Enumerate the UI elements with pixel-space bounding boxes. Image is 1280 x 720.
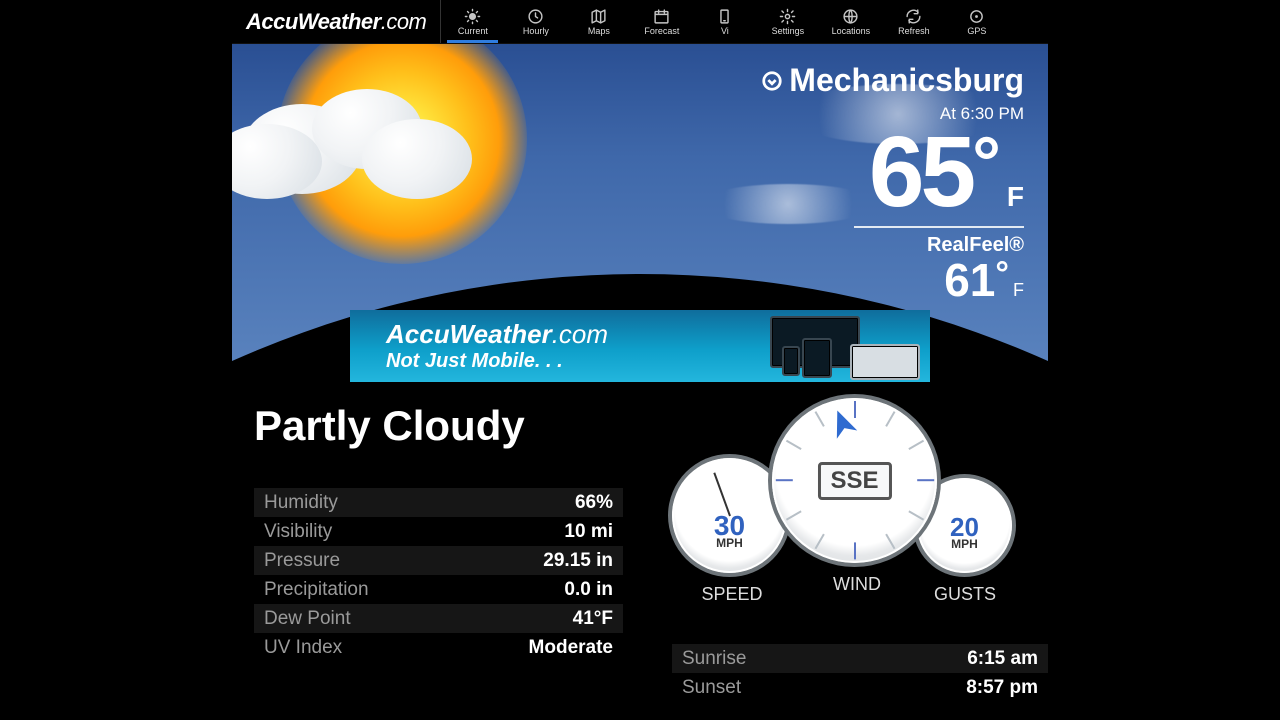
sun-row: Sunset 8:57 pm bbox=[672, 673, 1048, 702]
globe-icon bbox=[842, 7, 860, 25]
degree-symbol: ° bbox=[972, 123, 1001, 203]
stat-key: UV Index bbox=[264, 637, 342, 659]
sun-value: 6:15 am bbox=[967, 648, 1038, 670]
ad-banner[interactable]: AccuWeather.com Not Just Mobile. . . bbox=[350, 310, 930, 382]
chevron-down-icon bbox=[761, 70, 783, 92]
tab-label: Settings bbox=[772, 26, 805, 36]
stat-key: Humidity bbox=[264, 492, 338, 514]
sun-key: Sunrise bbox=[682, 648, 746, 670]
stat-value: 10 mi bbox=[564, 521, 613, 543]
tab-refresh[interactable]: Refresh bbox=[882, 0, 945, 43]
wind-direction-gauge: SSE bbox=[772, 398, 937, 563]
stat-value: 66% bbox=[575, 492, 613, 514]
tab-label: Vi bbox=[721, 26, 729, 36]
stat-row: Precipitation 0.0 in bbox=[254, 575, 623, 604]
temperature-unit: F bbox=[1007, 181, 1024, 212]
cloud-wisp bbox=[698, 184, 878, 224]
tab-settings[interactable]: Settings bbox=[756, 0, 819, 43]
temperature-block: 65°F RealFeel® 61°F bbox=[854, 122, 1024, 303]
wind-caption: WIND bbox=[812, 574, 902, 595]
stat-key: Dew Point bbox=[264, 608, 351, 630]
stat-row: Pressure 29.15 in bbox=[254, 546, 623, 575]
stat-value: 0.0 in bbox=[564, 579, 613, 601]
tab-label: Current bbox=[458, 26, 488, 36]
tab-current[interactable]: Current bbox=[441, 0, 504, 43]
cloud-graphic bbox=[232, 64, 472, 204]
wind-speed-unit: MPH bbox=[672, 538, 787, 549]
location-picker[interactable]: Mechanicsburg bbox=[761, 62, 1024, 99]
sun-row: Sunrise 6:15 am bbox=[672, 644, 1048, 673]
brand-logo[interactable]: AccuWeather.com bbox=[232, 0, 441, 43]
sun-icon bbox=[464, 7, 482, 25]
topbar: AccuWeather.com Current Hourly Maps Forecas… bbox=[232, 0, 1048, 44]
tab-hourly[interactable]: Hourly bbox=[504, 0, 567, 43]
target-icon bbox=[968, 7, 986, 25]
stat-row: Dew Point 41°F bbox=[254, 604, 623, 633]
wind-gauges: SSE 30 MPH 20 MPH SPEED WIND GUSTS bbox=[672, 398, 1022, 618]
stat-value: 41°F bbox=[573, 608, 613, 630]
brand-text: AccuWeather.com bbox=[246, 9, 426, 35]
tab-forecast[interactable]: Forecast bbox=[630, 0, 693, 43]
stat-value: Moderate bbox=[529, 637, 613, 659]
realfeel-unit: F bbox=[1013, 280, 1024, 300]
tab-label: Locations bbox=[832, 26, 871, 36]
speed-caption: SPEED bbox=[682, 584, 782, 605]
stat-row: Humidity 66% bbox=[254, 488, 623, 517]
sun-value: 8:57 pm bbox=[966, 677, 1038, 699]
stat-value: 29.15 in bbox=[543, 550, 613, 572]
wind-direction-value: SSE bbox=[817, 462, 891, 500]
tab-label: Hourly bbox=[523, 26, 549, 36]
stat-row: UV Index Moderate bbox=[254, 633, 623, 662]
stats-column: Humidity 66% Visibility 10 mi Pressure 29.15 … bbox=[254, 488, 623, 662]
gusts-caption: GUSTS bbox=[920, 584, 1010, 605]
ad-line1: AccuWeather.com bbox=[386, 319, 608, 350]
gear-icon bbox=[779, 7, 797, 25]
wind-speed-gauge: 30 MPH bbox=[672, 458, 787, 573]
sun-key: Sunset bbox=[682, 677, 741, 699]
tab-video[interactable]: Vi bbox=[693, 0, 756, 43]
tab-label: GPS bbox=[967, 26, 986, 36]
tab-gps[interactable]: GPS bbox=[945, 0, 1008, 43]
location-name: Mechanicsburg bbox=[789, 62, 1024, 99]
stat-key: Visibility bbox=[264, 521, 332, 543]
stat-key: Pressure bbox=[264, 550, 340, 572]
nav-tabs: Current Hourly Maps Forecast Vi Settings Locat… bbox=[441, 0, 1048, 43]
stat-row: Visibility 10 mi bbox=[254, 517, 623, 546]
tab-label: Refresh bbox=[898, 26, 930, 36]
ad-line2: Not Just Mobile. . . bbox=[386, 350, 608, 373]
calendar-icon bbox=[653, 7, 671, 25]
tab-locations[interactable]: Locations bbox=[819, 0, 882, 43]
tab-label: Forecast bbox=[644, 26, 679, 36]
map-icon bbox=[590, 7, 608, 25]
tab-maps[interactable]: Maps bbox=[567, 0, 630, 43]
realfeel-label: RealFeel® bbox=[854, 234, 1024, 257]
stat-key: Precipitation bbox=[264, 579, 369, 601]
refresh-icon bbox=[905, 7, 923, 25]
tab-label: Maps bbox=[588, 26, 610, 36]
realfeel-value: 61 bbox=[944, 254, 995, 306]
clock-icon bbox=[527, 7, 545, 25]
realfeel-degree: ° bbox=[995, 255, 1009, 293]
sun-times: Sunrise 6:15 am Sunset 8:57 pm bbox=[672, 644, 1048, 702]
phone-icon bbox=[716, 7, 734, 25]
temperature-value: 65 bbox=[869, 122, 972, 222]
